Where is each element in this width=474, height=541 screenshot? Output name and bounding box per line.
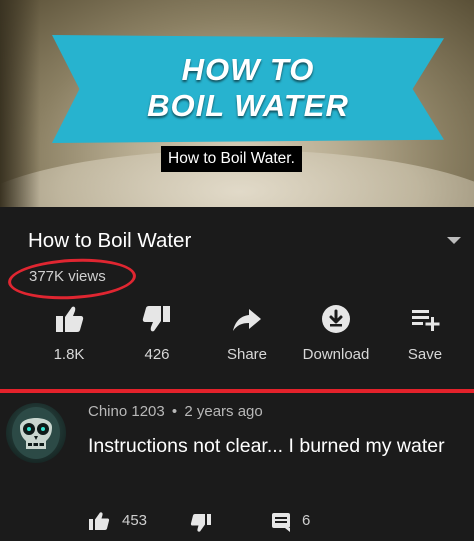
reply-icon[interactable] bbox=[271, 512, 293, 532]
download-button[interactable]: Download bbox=[291, 303, 381, 363]
expand-description-icon[interactable] bbox=[447, 237, 461, 244]
dislike-button[interactable]: 426 bbox=[112, 303, 202, 363]
reply-count: 6 bbox=[302, 512, 311, 529]
comment-like-count: 453 bbox=[122, 512, 148, 529]
video-title[interactable]: How to Boil Water bbox=[28, 229, 191, 253]
avatar[interactable] bbox=[6, 403, 66, 463]
playlist-add-icon bbox=[412, 310, 440, 331]
share-icon bbox=[233, 309, 261, 331]
video-info-panel: How to Boil Water 377K views 1.8K 426 Sh… bbox=[0, 207, 474, 393]
comment-text: Instructions not clear... I burned my wa… bbox=[88, 435, 445, 457]
comment-like-icon[interactable] bbox=[88, 511, 110, 531]
save-label: Save bbox=[407, 346, 443, 363]
views-highlight-circle bbox=[7, 255, 137, 303]
comment-meta: Chino 1203 • 2 years ago bbox=[88, 403, 263, 420]
download-icon bbox=[322, 305, 350, 333]
comment-time: 2 years ago bbox=[184, 403, 263, 420]
like-count: 1.8K bbox=[53, 346, 85, 363]
skull-avatar-image bbox=[12, 407, 60, 459]
banner-line-1: HOW TO bbox=[181, 52, 315, 87]
like-button[interactable]: 1.8K bbox=[24, 303, 114, 363]
thumbs-down-icon bbox=[142, 306, 170, 332]
video-player[interactable]: HOW TO BOIL WATER How to Boil Water. bbox=[0, 0, 474, 207]
comment: Chino 1203 • 2 years ago Instructions no… bbox=[0, 393, 474, 541]
share-label: Share bbox=[226, 346, 268, 363]
meta-separator: • bbox=[171, 403, 178, 420]
comment-actions: 453 6 bbox=[88, 509, 388, 533]
comment-dislike-icon[interactable] bbox=[190, 513, 212, 533]
video-caption: How to Boil Water. bbox=[161, 146, 302, 172]
banner-text: HOW TO BOIL WATER bbox=[52, 52, 444, 124]
comment-author[interactable]: Chino 1203 bbox=[88, 403, 165, 420]
thumbs-up-icon bbox=[56, 306, 84, 332]
dislike-count: 426 bbox=[144, 346, 170, 363]
download-label: Download bbox=[302, 346, 370, 363]
save-button[interactable]: Save bbox=[380, 303, 470, 363]
banner-line-2: BOIL WATER bbox=[147, 88, 349, 123]
share-button[interactable]: Share bbox=[202, 303, 292, 363]
video-shadow bbox=[0, 0, 40, 207]
